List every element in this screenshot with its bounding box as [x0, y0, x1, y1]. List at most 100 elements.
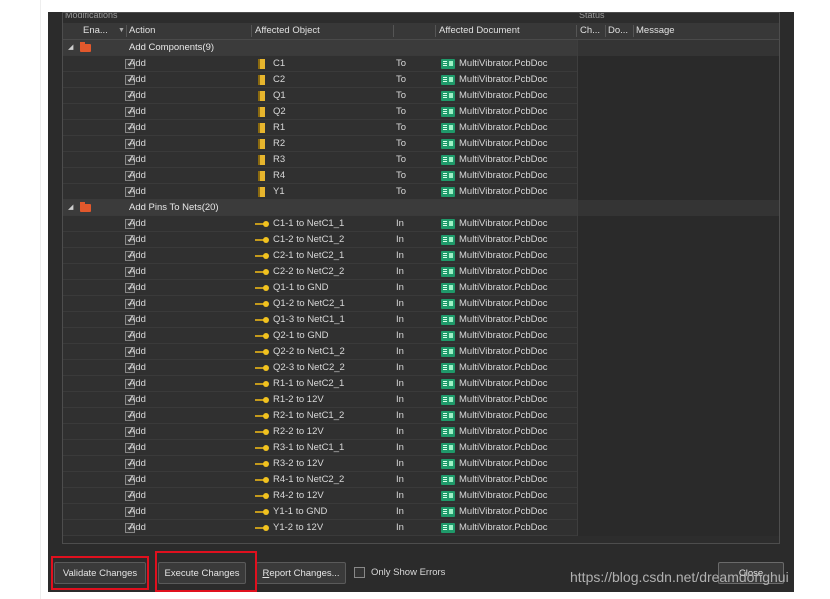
affected-document-cell: MultiVibrator.PcbDoc	[459, 394, 548, 405]
modification-row[interactable]: ✓ Add C1 To MultiVibrator.PcbDoc	[63, 56, 779, 72]
status-cells	[577, 328, 779, 344]
affected-document-cell: MultiVibrator.PcbDoc	[459, 346, 548, 357]
modification-row[interactable]: ✓ Add Y1 To MultiVibrator.PcbDoc	[63, 184, 779, 200]
group-row[interactable]: ◢ Add Components(9)	[63, 40, 779, 56]
affected-document-cell: MultiVibrator.PcbDoc	[459, 506, 548, 517]
modification-row[interactable]: ✓ Add Y1-1 to GND In MultiVibrator.PcbDoc	[63, 504, 779, 520]
modification-row[interactable]: ✓ Add C1-2 to NetC1_2 In MultiVibrator.PcbDo…	[63, 232, 779, 248]
pin-icon	[255, 381, 269, 387]
pcb-document-icon	[441, 331, 455, 341]
sort-dropdown-icon[interactable]: ▼	[118, 23, 125, 39]
modification-row[interactable]: ✓ Add R2 To MultiVibrator.PcbDoc	[63, 136, 779, 152]
pcb-document-icon	[441, 299, 455, 309]
action-cell: Add	[129, 90, 146, 101]
modification-row[interactable]: ✓ Add R3 To MultiVibrator.PcbDoc	[63, 152, 779, 168]
status-cells	[577, 184, 779, 200]
modification-row[interactable]: ✓ Add R2-1 to NetC1_2 In MultiVibrator.PcbDo…	[63, 408, 779, 424]
affected-document-cell: MultiVibrator.PcbDoc	[459, 250, 548, 261]
modification-row[interactable]: ✓ Add Q2-2 to NetC1_2 In MultiVibrator.PcbDo…	[63, 344, 779, 360]
modification-row[interactable]: ✓ Add Q1-2 to NetC2_1 In MultiVibrator.PcbDo…	[63, 296, 779, 312]
modification-row[interactable]: ✓ Add C1-1 to NetC1_1 In MultiVibrator.PcbDo…	[63, 216, 779, 232]
column-header-check[interactable]: Ch...	[580, 23, 604, 39]
status-cells	[577, 72, 779, 88]
modification-row[interactable]: ✓ Add R3-1 to NetC1_1 In MultiVibrator.PcbDo…	[63, 440, 779, 456]
pcb-document-icon	[441, 411, 455, 421]
pin-icon	[255, 333, 269, 339]
modification-row[interactable]: ✓ Add R2-2 to 12V In MultiVibrator.PcbDoc	[63, 424, 779, 440]
modification-row[interactable]: ✓ Add R4-1 to NetC2_2 In MultiVibrator.PcbDo…	[63, 472, 779, 488]
direction-cell: In	[396, 282, 404, 293]
action-cell: Add	[129, 314, 146, 325]
status-cells	[577, 232, 779, 248]
modification-row[interactable]: ✓ Add Q1 To MultiVibrator.PcbDoc	[63, 88, 779, 104]
modification-row[interactable]: ✓ Add R4-2 to 12V In MultiVibrator.PcbDoc	[63, 488, 779, 504]
pcb-document-icon	[441, 267, 455, 277]
folder-icon	[80, 202, 91, 212]
only-show-errors-checkbox[interactable]	[354, 567, 365, 578]
status-cells	[577, 264, 779, 280]
modifications-list: ◢ Add Components(9) ✓ Add C1 To MultiVibrator.…	[63, 40, 779, 536]
column-header-affected-document[interactable]: Affected Document	[439, 23, 569, 39]
status-cells	[577, 40, 779, 56]
group-row[interactable]: ◢ Add Pins To Nets(20)	[63, 200, 779, 216]
pcb-document-icon	[441, 171, 455, 181]
affected-object-cell: R1	[273, 122, 286, 133]
modification-row[interactable]: ✓ Add Q2-1 to GND In MultiVibrator.PcbDoc	[63, 328, 779, 344]
modification-row[interactable]: ✓ Add C2-2 to NetC2_2 In MultiVibrator.PcbDo…	[63, 264, 779, 280]
action-cell: Add	[129, 442, 146, 453]
status-cells	[577, 56, 779, 72]
direction-cell: To	[396, 106, 407, 117]
pin-icon	[255, 317, 269, 323]
affected-document-cell: MultiVibrator.PcbDoc	[459, 458, 548, 469]
direction-cell: To	[396, 90, 407, 101]
modification-row[interactable]: ✓ Add C2-1 to NetC2_1 In MultiVibrator.PcbDo…	[63, 248, 779, 264]
affected-object-cell: C2-1 to NetC2_1	[273, 250, 345, 261]
pcb-document-icon	[441, 139, 455, 149]
collapse-triangle-icon[interactable]: ◢	[68, 40, 73, 56]
modification-row[interactable]: ✓ Add R1-2 to 12V In MultiVibrator.PcbDoc	[63, 392, 779, 408]
column-header-affected-object[interactable]: Affected Object	[255, 23, 385, 39]
affected-object-cell: C2	[273, 74, 286, 85]
affected-object-cell: R4-1 to NetC2_2	[273, 474, 345, 485]
modification-row[interactable]: ✓ Add R4 To MultiVibrator.PcbDoc	[63, 168, 779, 184]
affected-document-cell: MultiVibrator.PcbDoc	[459, 426, 548, 437]
status-cells	[577, 488, 779, 504]
direction-cell: In	[396, 442, 404, 453]
column-header-done[interactable]: Do...	[608, 23, 632, 39]
affected-document-cell: MultiVibrator.PcbDoc	[459, 106, 548, 117]
affected-object-cell: C1	[273, 58, 286, 69]
pin-icon	[255, 493, 269, 499]
modification-row[interactable]: ✓ Add R1 To MultiVibrator.PcbDoc	[63, 120, 779, 136]
report-changes-button[interactable]: Report Changes...	[256, 562, 346, 584]
collapse-triangle-icon[interactable]: ◢	[68, 200, 73, 216]
column-header-action[interactable]: Action	[129, 23, 249, 39]
status-cells	[577, 376, 779, 392]
status-cells	[577, 312, 779, 328]
modification-row[interactable]: ✓ Add Q2 To MultiVibrator.PcbDoc	[63, 104, 779, 120]
modification-row[interactable]: ✓ Add Q2-3 to NetC2_2 In MultiVibrator.PcbDo…	[63, 360, 779, 376]
status-cells	[577, 360, 779, 376]
modification-row[interactable]: ✓ Add Y1-2 to 12V In MultiVibrator.PcbDoc	[63, 520, 779, 536]
component-icon	[258, 75, 265, 85]
affected-object-cell: R3-1 to NetC1_1	[273, 442, 345, 453]
direction-cell: To	[396, 154, 407, 165]
direction-cell: To	[396, 122, 407, 133]
modification-row[interactable]: ✓ Add R3-2 to 12V In MultiVibrator.PcbDoc	[63, 456, 779, 472]
status-cells	[577, 344, 779, 360]
modification-row[interactable]: ✓ Add Q1-1 to GND In MultiVibrator.PcbDoc	[63, 280, 779, 296]
action-cell: Add	[129, 154, 146, 165]
affected-object-cell: R2	[273, 138, 286, 149]
pcb-document-icon	[441, 459, 455, 469]
modification-row[interactable]: ✓ Add C2 To MultiVibrator.PcbDoc	[63, 72, 779, 88]
pcb-document-icon	[441, 187, 455, 197]
modification-row[interactable]: ✓ Add Q1-3 to NetC1_1 In MultiVibrator.PcbDo…	[63, 312, 779, 328]
modifications-section-label: Modifications	[65, 12, 118, 20]
column-header-message[interactable]: Message	[636, 23, 756, 39]
status-cells	[577, 136, 779, 152]
component-icon	[258, 107, 265, 117]
status-cells	[577, 472, 779, 488]
action-cell: Add	[129, 218, 146, 229]
modification-row[interactable]: ✓ Add R1-1 to NetC2_1 In MultiVibrator.PcbDo…	[63, 376, 779, 392]
direction-cell: In	[396, 266, 404, 277]
action-cell: Add	[129, 330, 146, 341]
